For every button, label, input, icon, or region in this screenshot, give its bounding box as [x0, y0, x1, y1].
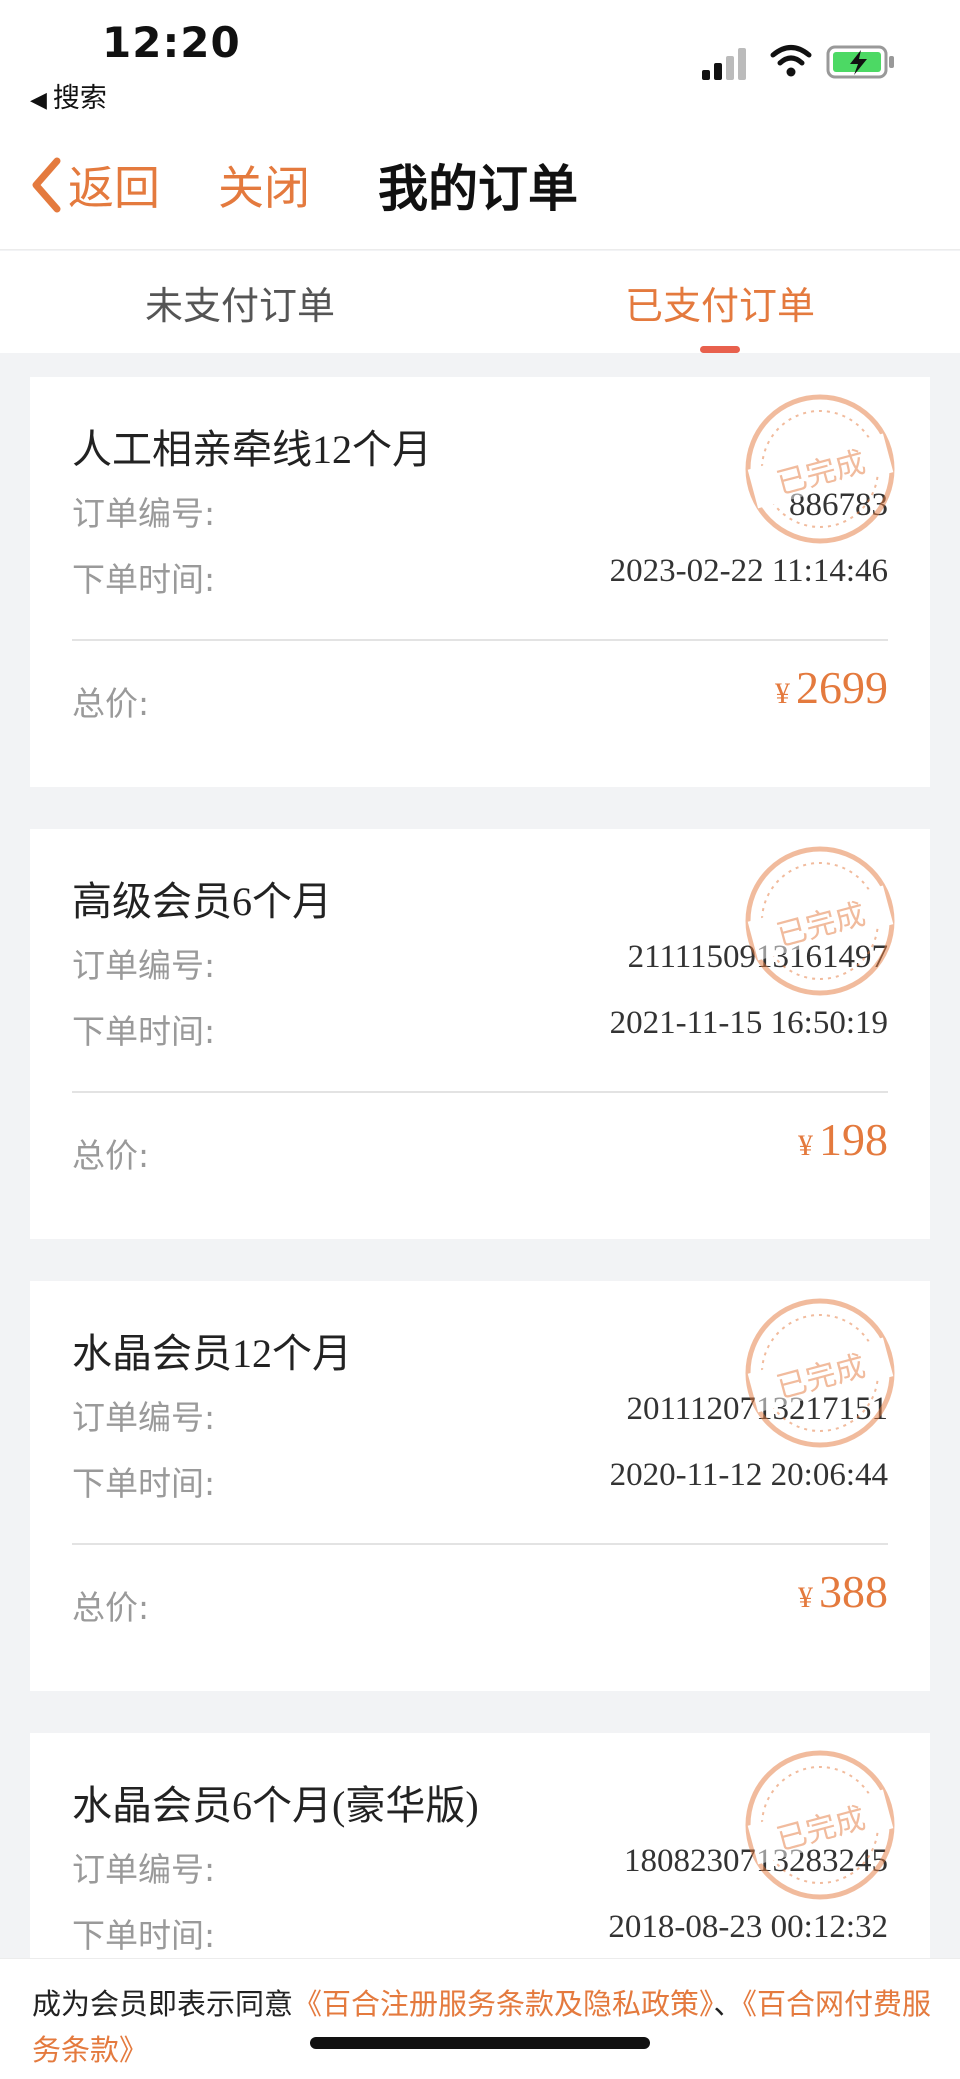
order-card[interactable]: 高级会员6个月 订单编号: 2111150913161497 下单时间: 202… [30, 829, 930, 1239]
agreement-prefix: 成为会员即表示同意 [32, 1987, 294, 2021]
chevron-left-icon [32, 157, 61, 213]
back-button[interactable]: 返回 [30, 150, 160, 220]
card-divider [72, 639, 888, 641]
agreement-separator: 、 [713, 1987, 743, 2021]
home-indicator[interactable] [310, 2037, 650, 2049]
card-divider [72, 1091, 888, 1093]
completed-stamp-icon: 已完成 [745, 1750, 895, 1900]
back-to-app-label: 搜索 [52, 83, 107, 114]
currency-symbol: ¥ [798, 1129, 813, 1162]
order-number-label: 订单编号: [72, 946, 216, 985]
completed-stamp-icon: 已完成 [745, 1298, 895, 1448]
completed-stamp-icon: 已完成 [745, 846, 895, 996]
order-number-label: 订单编号: [72, 494, 216, 533]
agreement-text: 成为会员即表示同意《百合注册服务条款及隐私政策》、《百合网付费服务条款》 [32, 1981, 942, 2073]
total-price: ¥2699 [775, 661, 888, 714]
order-card[interactable]: 水晶会员12个月 订单编号: 2011120713217151 下单时间: 20… [30, 1281, 930, 1691]
wifi-icon [770, 45, 812, 77]
currency-symbol: ¥ [775, 677, 790, 710]
order-product-name: 人工相亲牵线12个月 [72, 427, 432, 472]
completed-stamp-icon: 已完成 [745, 394, 895, 544]
order-product-name: 水晶会员6个月(豪华版) [72, 1783, 479, 1828]
nav-bar: 返回 关闭 我的订单 [0, 120, 960, 250]
order-time-value: 2018-08-23 00:12:32 [608, 1909, 888, 1945]
currency-symbol: ¥ [798, 1581, 813, 1614]
total-price-value: 198 [819, 1114, 888, 1165]
order-time-value: 2023-02-22 11:14:46 [609, 553, 888, 589]
total-price: ¥198 [798, 1113, 888, 1166]
total-price-value: 388 [819, 1566, 888, 1617]
order-time-label: 下单时间: [72, 1916, 216, 1955]
order-time-label: 下单时间: [72, 560, 216, 599]
back-triangle-icon: ◀ [30, 88, 47, 113]
card-divider [72, 1543, 888, 1545]
tab-unpaid-orders[interactable]: 未支付订单 [0, 251, 480, 353]
footer-agreement: 成为会员即表示同意《百合注册服务条款及隐私政策》、《百合网付费服务条款》 [0, 1958, 960, 2079]
status-bar: 12:20 ◀ 搜索 [0, 0, 960, 120]
total-price-label: 总价: [72, 1588, 150, 1627]
active-tab-indicator [700, 346, 740, 353]
order-card[interactable]: 人工相亲牵线12个月 订单编号: 886783 下单时间: 2023-02-22… [30, 377, 930, 787]
back-to-app-link[interactable]: ◀ 搜索 [30, 76, 107, 115]
order-number-label: 订单编号: [72, 1850, 216, 1889]
order-time-label: 下单时间: [72, 1012, 216, 1051]
back-button-label: 返回 [68, 161, 160, 215]
close-button[interactable]: 关闭 [218, 150, 310, 220]
total-price-label: 总价: [72, 684, 150, 723]
status-time: 12:20 [102, 18, 241, 67]
order-tabs: 未支付订单 已支付订单 [0, 251, 960, 353]
page-title: 我的订单 [378, 160, 578, 218]
total-price-value: 2699 [796, 662, 888, 713]
order-time-value: 2020-11-12 20:06:44 [609, 1457, 888, 1493]
tab-paid-orders[interactable]: 已支付订单 [480, 251, 960, 353]
order-product-name: 高级会员6个月 [72, 879, 332, 924]
cellular-signal-icon [702, 48, 746, 80]
total-price: ¥388 [798, 1565, 888, 1618]
registration-terms-link[interactable]: 《百合注册服务条款及隐私政策》 [293, 1987, 714, 2021]
order-number-label: 订单编号: [72, 1398, 216, 1437]
battery-charging-icon [826, 45, 894, 79]
order-time-value: 2021-11-15 16:50:19 [609, 1005, 888, 1041]
order-time-label: 下单时间: [72, 1464, 216, 1503]
total-price-label: 总价: [72, 1136, 150, 1175]
order-product-name: 水晶会员12个月 [72, 1331, 352, 1376]
